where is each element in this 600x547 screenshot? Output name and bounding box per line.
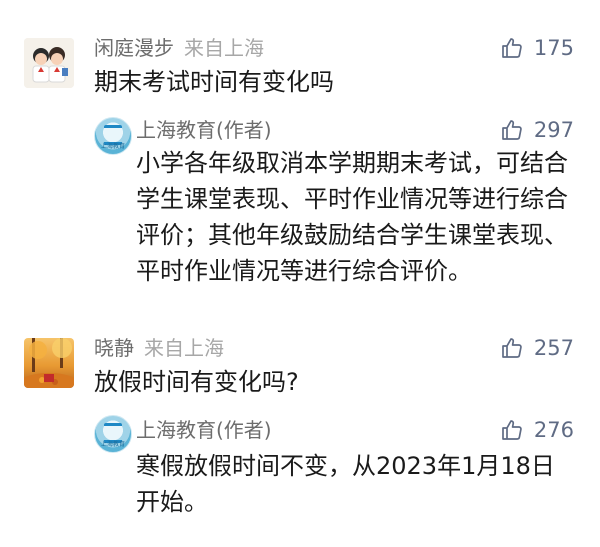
comment-text: 放假时间有变化吗? (94, 368, 299, 396)
location-label: 来自上海 (144, 336, 224, 360)
author-avatar[interactable]: 上海教育 (94, 415, 132, 453)
like-button[interactable]: 257 (500, 335, 574, 361)
user-avatar[interactable] (24, 338, 74, 388)
reply-header: 上海教育(作者) (136, 417, 272, 443)
like-count: 276 (533, 418, 574, 442)
logo-caption: 上海教育 (100, 441, 125, 448)
autumn-leaves-avatar-icon (24, 338, 74, 388)
thumbs-up-icon (502, 338, 522, 358)
reply-text: 寒假放假时间不变，从2023年1月18日开始。 (136, 452, 555, 516)
thumbs-up-icon (502, 420, 522, 440)
comment-header: 晓静 来自上海 (94, 335, 224, 361)
shanghai-education-logo-icon (104, 423, 122, 443)
like-count: 257 (533, 336, 574, 360)
author-name[interactable]: 上海教育(作者) (136, 418, 272, 442)
comment-item: 晓静 来自上海 257 放假时间有变化吗? 上海教育 上海教育(作者) 276 寒… (0, 0, 600, 547)
username[interactable]: 晓静 (94, 336, 134, 360)
like-button[interactable]: 276 (500, 417, 574, 443)
